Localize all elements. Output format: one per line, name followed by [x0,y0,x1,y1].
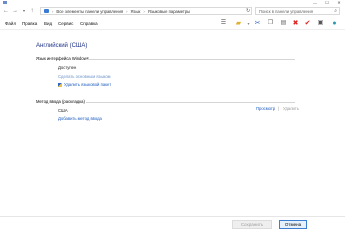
paste-icon[interactable]: ▤ [279,19,288,28]
control-panel-icon [3,1,7,4]
input-layout-name: США [58,108,68,113]
breadcrumb-language-options[interactable]: Языковые параметры [148,9,190,14]
menu-edit[interactable]: Правка [22,21,37,26]
shield-icon [58,83,62,87]
delete-icon[interactable]: ✖ [291,19,300,28]
add-input-method-link[interactable]: Добавить метод ввода [58,116,102,121]
search-icon: ⌕ [334,8,337,14]
display-language-heading: Язык интерфейса Windows [36,56,89,61]
cancel-button[interactable]: Отмена [279,220,307,229]
menu-view[interactable]: Вид [44,21,52,26]
forward-button[interactable]: → [12,7,18,15]
footer-divider [0,216,345,217]
search-input[interactable]: Поиск в панели управления ⌕ [255,7,340,15]
remove-layout-link[interactable]: Удалить [283,106,299,111]
cut-icon[interactable]: ✂ [253,19,262,28]
breadcrumb[interactable]: › Все элементы панели управления › Язык … [40,7,252,15]
breadcrumb-all-items[interactable]: Все элементы панели управления [56,9,123,14]
copy-icon[interactable]: ❐ [266,19,275,28]
section-divider [86,59,295,60]
view-icon[interactable]: ☰ [219,19,228,28]
address-bar: ← → ▾ ↑ › Все элементы панели управления… [0,5,345,17]
folder-dropdown-icon[interactable]: ▾ [244,19,253,28]
preview-link[interactable]: Просмотр [256,106,275,111]
up-button[interactable]: ↑ [29,7,35,15]
section-divider [86,102,295,103]
breadcrumb-language[interactable]: Язык [131,9,141,14]
breadcrumb-separator: › [52,8,54,14]
display-language-status: Доступен [58,65,77,70]
save-button[interactable]: Сохранить [232,220,272,229]
remove-language-pack-label: Удалить языковой пакет [64,82,112,87]
back-button[interactable]: ← [3,7,9,15]
menu-tools[interactable]: Сервис [58,21,73,26]
breadcrumb-separator: › [143,8,145,14]
remove-language-pack-link[interactable]: Удалить языковой пакет [58,82,111,87]
globe-icon[interactable]: ● [330,19,339,28]
menu-bar: Файл Правка Вид Сервис Справка ☰ ▰ ▾ ✂ ❐… [0,17,345,30]
search-placeholder: Поиск в панели управления [259,9,314,14]
recent-dropdown-icon[interactable]: ▾ [21,7,27,15]
refresh-icon[interactable]: ↻ [246,8,250,14]
breadcrumb-separator: › [126,8,128,14]
properties-icon[interactable]: ▣ [316,19,325,28]
page-title: Английский (США) [36,43,88,49]
control-panel-icon [44,9,49,13]
link-separator: | [278,106,280,111]
menu-file[interactable]: Файл [5,21,16,26]
make-primary-link[interactable]: Сделать основным языком [58,74,111,79]
check-icon[interactable]: ✔ [303,19,312,28]
menu-help[interactable]: Справка [80,21,98,26]
folder-icon[interactable]: ▰ [234,19,243,28]
input-method-heading: Метод ввода (раскладка) [36,99,85,104]
